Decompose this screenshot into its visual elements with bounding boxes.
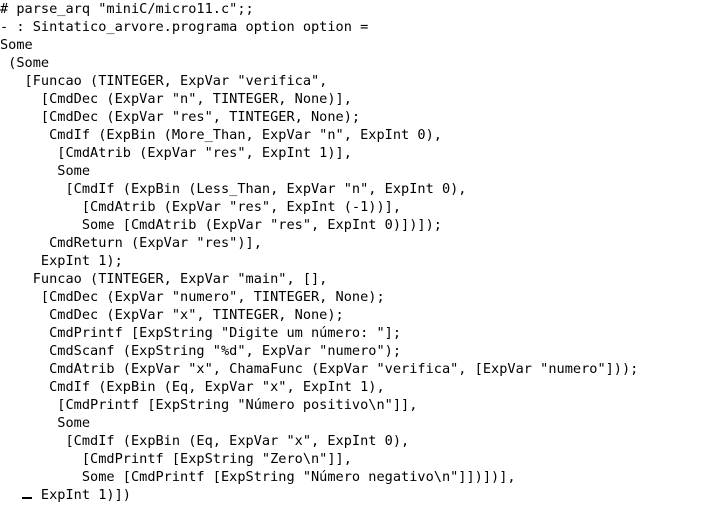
output-line: Some [CmdPrintf [ExpString "Número negat… [0,469,516,485]
output-line: CmdScanf (ExpString "%d", ExpVar "numero… [0,343,402,359]
text-cursor [22,497,32,499]
output-type-line: - : Sintatico_arvore.programa option opt… [0,19,369,35]
output-line: [CmdDec (ExpVar "n", TINTEGER, None)], [0,91,352,107]
output-line: [CmdPrintf [ExpString "Zero\n"]], [0,451,352,467]
output-line: Some [0,37,33,53]
output-line: Some [CmdAtrib (ExpVar "res", ExpInt 0)]… [0,217,442,233]
output-line: ExpInt 1); [0,253,123,269]
output-line: [CmdAtrib (ExpVar "res", ExpInt 1)], [0,145,352,161]
output-line: [CmdPrintf [ExpString "Número positivo\n… [0,397,418,413]
output-line: [Funcao (TINTEGER, ExpVar "verifica", [0,73,328,89]
output-line: CmdPrintf [ExpString "Digite um número: … [0,325,402,341]
output-line: [CmdIf (ExpBin (Less_Than, ExpVar "n", E… [0,181,467,197]
output-line: Some [0,415,91,431]
prompt-command-line: # parse_arq "miniC/micro11.c";; [0,1,254,17]
output-line: ExpInt 1)]) [0,487,131,503]
output-line: CmdDec (ExpVar "x", TINTEGER, None); [0,307,344,323]
output-line: Funcao (TINTEGER, ExpVar "main", [], [0,271,328,287]
terminal-output[interactable]: # parse_arq "miniC/micro11.c";; - : Sint… [0,0,712,505]
output-line: CmdIf (ExpBin (Eq, ExpVar "x", ExpInt 1)… [0,379,385,395]
output-line: CmdAtrib (ExpVar "x", ChamaFunc (ExpVar … [0,361,639,377]
output-line: CmdIf (ExpBin (More_Than, ExpVar "n", Ex… [0,127,442,143]
output-line: (Some [0,55,50,71]
output-line: [CmdDec (ExpVar "res", TINTEGER, None); [0,109,361,125]
output-line: [CmdIf (ExpBin (Eq, ExpVar "x", ExpInt 0… [0,433,410,449]
output-line: [CmdDec (ExpVar "numero", TINTEGER, None… [0,289,385,305]
output-line: Some [0,163,91,179]
output-line: CmdReturn (ExpVar "res")], [0,235,262,251]
output-line: [CmdAtrib (ExpVar "res", ExpInt (-1))], [0,199,402,215]
